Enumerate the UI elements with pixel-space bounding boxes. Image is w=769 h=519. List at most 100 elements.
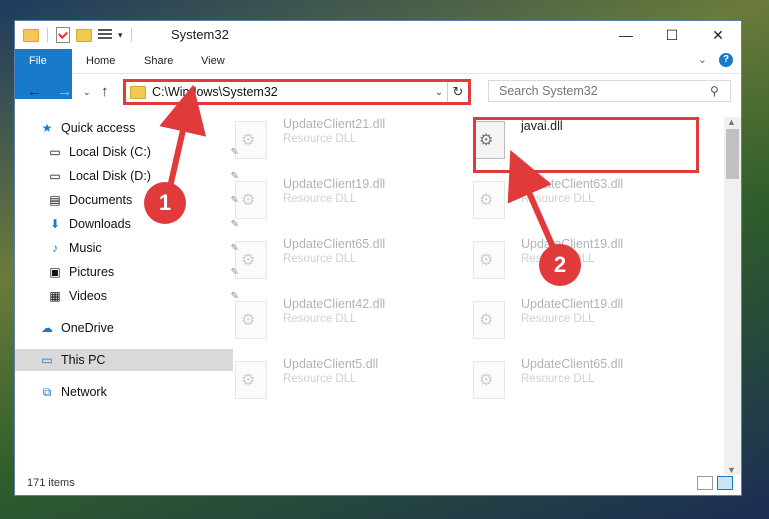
recent-chevron-icon[interactable]: ⌄: [83, 87, 91, 98]
search-input[interactable]: [497, 83, 710, 99]
drive-icon: ▭: [49, 169, 61, 183]
sidebar-item-label: Pictures: [69, 265, 115, 279]
sidebar-item-label: Music: [69, 241, 102, 255]
sidebar-item-music[interactable]: ♪ Music ✎: [15, 237, 241, 259]
file-type: Resource DLL: [283, 193, 357, 205]
sidebar-item-local-disk-d[interactable]: ▭ Local Disk (D:) ✎: [15, 165, 241, 187]
forward-arrow-icon[interactable]: →: [57, 83, 72, 100]
dll-file-icon: [473, 181, 505, 219]
file-type: Resource DLL: [521, 193, 595, 205]
chevron-down-icon[interactable]: ▾: [118, 30, 123, 41]
view-options-icon[interactable]: [98, 29, 112, 41]
file-name: UpdateClient65.dll: [283, 237, 386, 251]
star-icon: ★: [41, 121, 53, 135]
toolbar-divider: [47, 28, 48, 42]
sidebar-item-label: OneDrive: [61, 321, 114, 335]
expand-ribbon-icon[interactable]: ⌄: [698, 53, 707, 67]
status-item-count: 171 items: [27, 477, 75, 489]
sidebar-item-label: This PC: [61, 353, 106, 367]
refresh-icon[interactable]: ↻: [447, 82, 468, 102]
sidebar-item-onedrive[interactable]: ☁ OneDrive: [15, 317, 233, 339]
quick-access-toolbar: ▾: [23, 27, 134, 43]
back-arrow-icon[interactable]: ←: [27, 83, 42, 100]
sidebar-item-pictures[interactable]: ▣ Pictures ✎: [15, 261, 241, 283]
sidebar-item-network[interactable]: ⧉ Network: [15, 381, 233, 403]
large-icons-view-icon[interactable]: [717, 476, 733, 490]
dll-file-icon: [473, 241, 505, 279]
list-item[interactable]: UpdateClient65.dll Resource DLL: [461, 353, 681, 403]
list-item[interactable]: UpdateClient5.dll Resource DLL: [223, 353, 443, 403]
window-controls: — ☐ ✕: [603, 21, 741, 49]
sidebar-item-label: Network: [61, 385, 107, 399]
folder-icon: [23, 28, 39, 42]
sidebar-item-quick-access[interactable]: ★ Quick access: [15, 117, 233, 139]
dll-file-icon: [235, 361, 267, 399]
highlight-box-javai: [473, 117, 699, 173]
file-name: UpdateClient65.dll: [521, 357, 624, 371]
list-item[interactable]: UpdateClient65.dll Resource DLL: [223, 233, 443, 283]
dll-file-icon: [235, 121, 267, 159]
sidebar-item-label: Local Disk (C:): [69, 145, 151, 159]
list-item[interactable]: UpdateClient19.dll Resource DLL: [461, 293, 681, 343]
list-item[interactable]: UpdateClient42.dll Resource DLL: [223, 293, 443, 343]
address-bar-row: ← → ⌄ ↑ C:\Windows\System32 ⌄ ↻ ⚲: [15, 75, 741, 109]
sidebar-item-downloads[interactable]: ⬇ Downloads ✎: [15, 213, 241, 235]
sidebar-item-this-pc[interactable]: ▭ This PC: [15, 349, 233, 371]
drive-icon: ▭: [49, 145, 61, 159]
list-item[interactable]: UpdateClient63.dll Resource DLL: [461, 173, 681, 223]
view-toggle: [697, 476, 733, 490]
close-button[interactable]: ✕: [695, 21, 741, 49]
ribbon-right: ⌄ ?: [698, 53, 733, 67]
explorer-window: ▾ System32 — ☐ ✕ File Home Share View ⌄ …: [14, 20, 742, 496]
file-type: Resource DLL: [521, 373, 595, 385]
maximize-button[interactable]: ☐: [649, 21, 695, 49]
videos-icon: ▦: [49, 289, 61, 303]
search-box[interactable]: ⚲: [488, 80, 731, 102]
scroll-up-icon[interactable]: ▲: [727, 117, 736, 127]
properties-icon[interactable]: [56, 27, 70, 43]
pictures-icon: ▣: [49, 265, 61, 279]
scroll-down-icon[interactable]: ▼: [727, 465, 736, 475]
address-path[interactable]: C:\Windows\System32: [152, 85, 431, 99]
details-view-icon[interactable]: [697, 476, 713, 490]
chevron-down-icon[interactable]: ⌄: [431, 87, 447, 98]
sidebar-item-local-disk-c[interactable]: ▭ Local Disk (C:) ✎: [15, 141, 241, 163]
documents-icon: ▤: [49, 193, 61, 207]
help-icon[interactable]: ?: [719, 53, 733, 67]
list-item[interactable]: UpdateClient21.dll Resource DLL: [223, 113, 443, 163]
tab-view[interactable]: View: [187, 49, 239, 73]
file-name: UpdateClient19.dll: [521, 297, 624, 311]
window-title: System32: [171, 27, 229, 42]
up-arrow-icon[interactable]: ↑: [101, 83, 109, 100]
download-icon: ⬇: [49, 217, 61, 231]
network-icon: ⧉: [42, 384, 52, 399]
step-badge-1: 1: [144, 182, 186, 224]
dll-file-icon: [235, 181, 267, 219]
pc-icon: ▭: [41, 353, 53, 367]
minimize-button[interactable]: —: [603, 21, 649, 49]
sidebar-item-videos[interactable]: ▦ Videos ✎: [15, 285, 241, 307]
search-icon[interactable]: ⚲: [710, 84, 730, 98]
file-type: Resource DLL: [283, 373, 357, 385]
list-item[interactable]: UpdateClient19.dll Resource DLL: [223, 173, 443, 223]
navigation-pane: ★ Quick access ▭ Local Disk (C:) ✎ ▭ Loc…: [15, 117, 239, 457]
toolbar-divider: [130, 28, 132, 42]
file-name: UpdateClient42.dll: [283, 297, 386, 311]
address-field[interactable]: C:\Windows\System32 ⌄ ↻: [123, 79, 471, 105]
new-folder-icon[interactable]: [76, 28, 92, 42]
file-type: Resource DLL: [283, 133, 357, 145]
sidebar-item-documents[interactable]: ▤ Documents ✎: [15, 189, 241, 211]
dll-file-icon: [473, 301, 505, 339]
dll-file-icon: [235, 241, 267, 279]
scrollbar-thumb[interactable]: [726, 129, 739, 179]
ribbon-tabs: File Home Share View ⌄ ?: [15, 49, 741, 99]
sidebar-item-label: Quick access: [61, 121, 136, 135]
title-bar: ▾ System32 — ☐ ✕: [15, 21, 741, 49]
sidebar-item-label: Videos: [69, 289, 107, 303]
sidebar-item-label: Local Disk (D:): [69, 169, 151, 183]
file-name: UpdateClient19.dll: [283, 177, 386, 191]
vertical-scrollbar[interactable]: ▲ ▼: [724, 117, 741, 475]
tab-home[interactable]: Home: [72, 49, 129, 73]
file-type: Resource DLL: [283, 253, 357, 265]
tab-share[interactable]: Share: [130, 49, 187, 73]
